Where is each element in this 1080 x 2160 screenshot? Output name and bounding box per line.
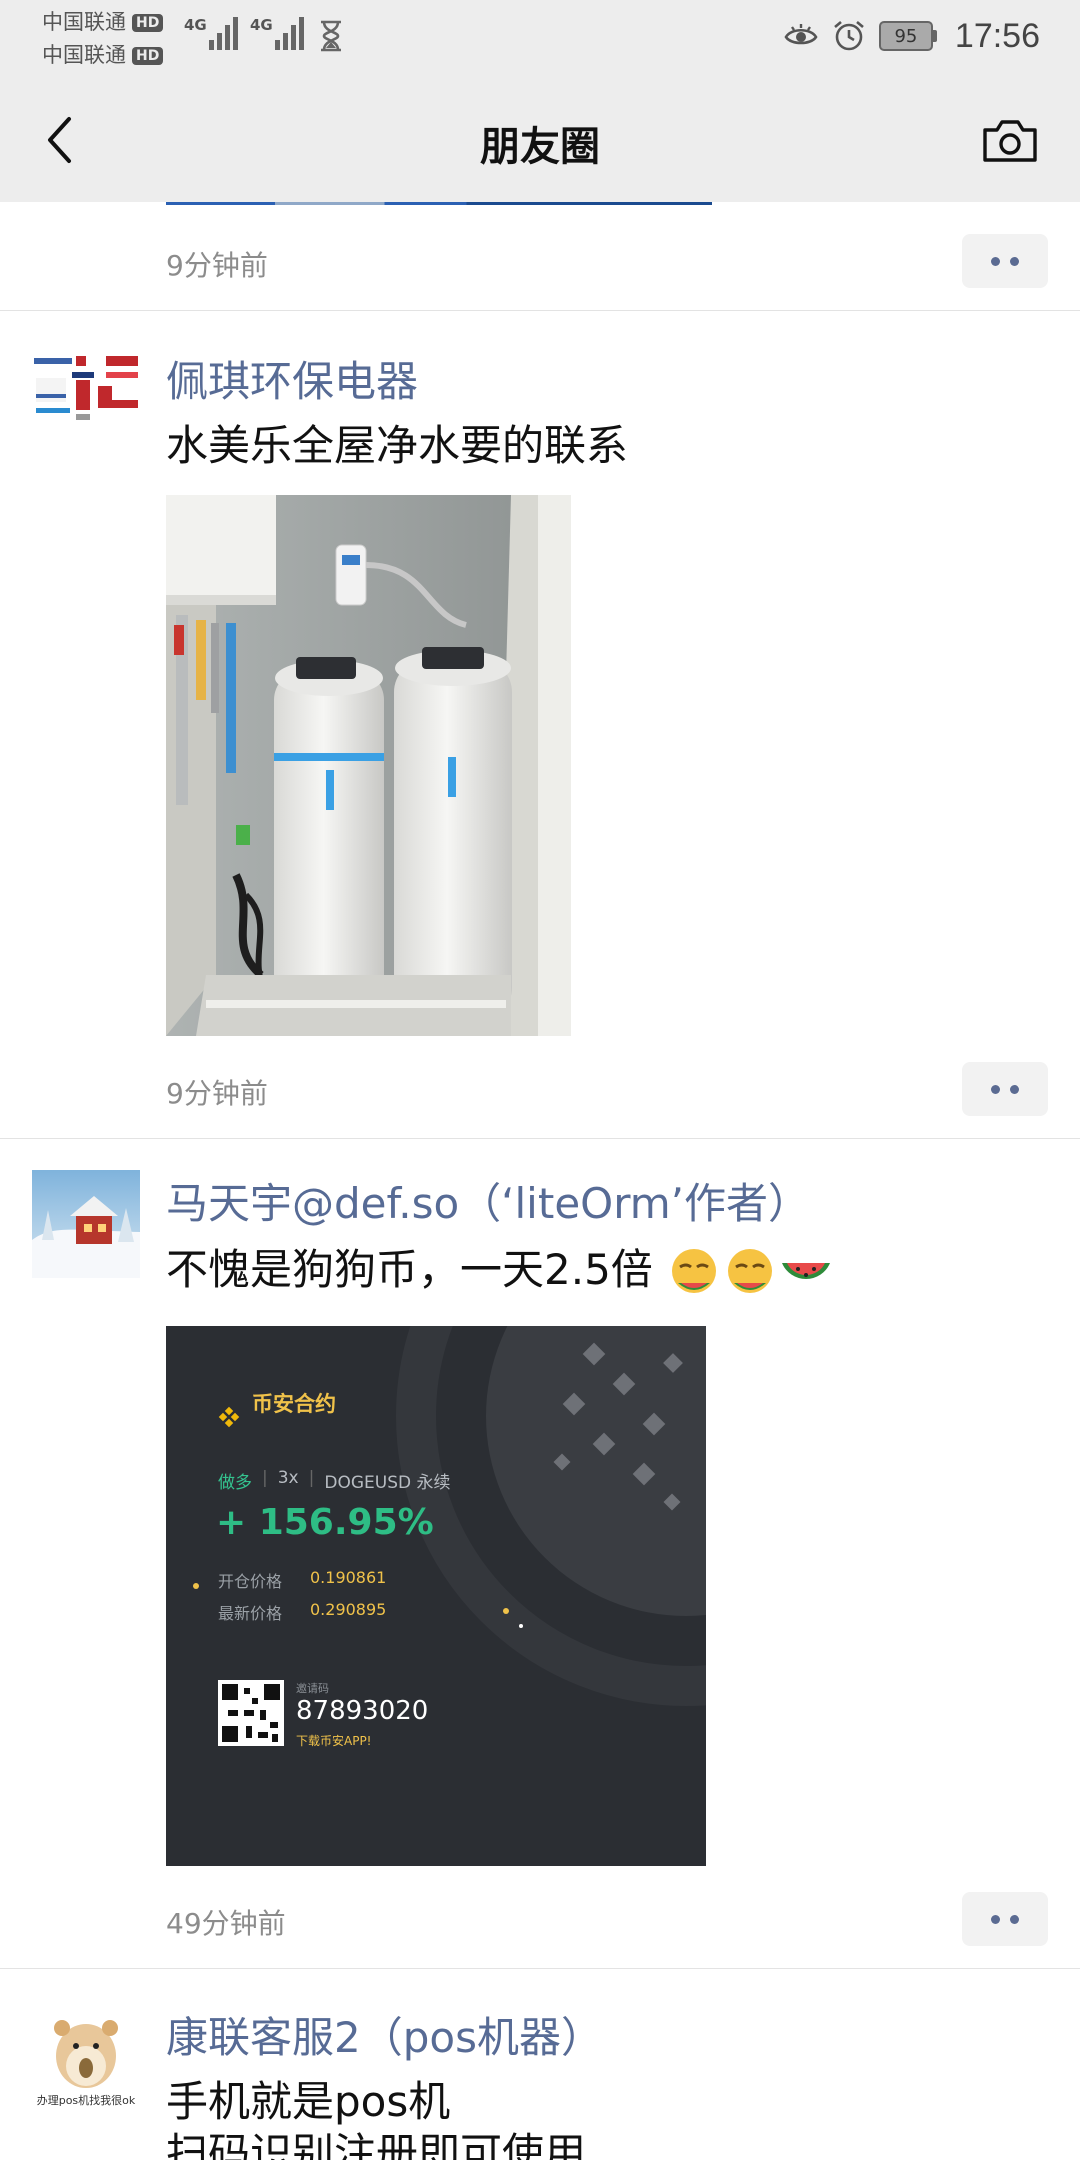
card-open-value: 0.190861 <box>310 1568 387 1587</box>
alarm-icon <box>834 21 864 51</box>
author-name-link[interactable]: 马天宇@def.so（‘liteOrm’作者） <box>166 1170 810 1231</box>
right-status-group: 95 17:56 <box>783 14 1040 58</box>
card-latest-value: 0.290895 <box>310 1600 387 1619</box>
post-divider <box>0 310 1080 311</box>
more-actions-button[interactable] <box>962 234 1048 288</box>
camera-button[interactable] <box>978 110 1042 170</box>
card-code-label: 邀请码 <box>296 1682 329 1695</box>
signal-2-icon: 4G <box>250 16 304 50</box>
card-open-label: 开仓价格 <box>218 1572 283 1591</box>
hourglass-icon <box>321 20 341 52</box>
watermelon-emoji-icon <box>782 1262 831 1279</box>
page-title: 朋友圈 <box>480 124 600 170</box>
card-leverage: 3x <box>277 1468 299 1488</box>
network-type-1: 4G <box>184 16 207 34</box>
card-pair: DOGEUSD 永续 <box>324 1473 451 1493</box>
post-time: 9分钟前 <box>166 249 268 282</box>
card-pnl: + 156.95% <box>216 1502 434 1543</box>
card-position: 做多 <box>218 1473 252 1493</box>
post-photo-water-softeners[interactable] <box>166 495 571 1036</box>
signal-1-icon: 4G <box>184 16 238 50</box>
author-name-link[interactable]: 佩琪环保电器 <box>166 348 418 409</box>
avatar-caption: 办理pos机找我很ok <box>36 2094 136 2107</box>
avatar-snow-house-image <box>32 1170 140 1278</box>
status-clock: 17:56 <box>954 16 1040 55</box>
network-type-2: 4G <box>250 16 273 34</box>
post-time: 9分钟前 <box>166 1077 268 1110</box>
post-divider <box>0 1138 1080 1139</box>
post-photo-trade-card[interactable]: 币安合约 做多 | 3x | DOGEUSD 永续 + 156.95% 开仓价格… <box>166 1326 706 1866</box>
author-name-link[interactable]: 康联客服2（pos机器） <box>166 2004 603 2065</box>
status-bar: 中国联通 HD 中国联通 HD 4G 4G 95 17:56 <box>0 0 1080 78</box>
avatar[interactable] <box>32 350 140 458</box>
card-brand-label: 币安合约 <box>252 1392 336 1416</box>
camera-icon <box>983 120 1037 162</box>
carrier-2-label: 中国联通 <box>42 43 126 67</box>
eye-comfort-icon <box>784 24 818 45</box>
carrier-1-label: 中国联通 <box>42 10 126 34</box>
water-softener-photo <box>166 495 571 1036</box>
moments-feed[interactable]: 9分钟前 佩琪环保电器 水美乐全屋净水要的联系 9分钟前 马天宇@def.so（… <box>0 202 1080 2160</box>
avatar[interactable]: 办理pos机找我很ok <box>32 2004 140 2112</box>
card-latest-label: 最新价格 <box>218 1604 283 1623</box>
battery-icon: 95 <box>878 21 937 51</box>
nav-bar: 朋友圈 <box>0 78 1080 202</box>
card-code: 87893020 <box>296 1696 429 1726</box>
avatar[interactable] <box>32 1170 140 1278</box>
previous-post-image-edge <box>166 202 712 205</box>
avatar-brand-logos-image <box>32 350 140 458</box>
card-download-text: 下载币安APP! <box>296 1734 372 1748</box>
hd-badge-1: HD <box>132 13 164 32</box>
post-text-content: 不愧是狗狗币，一天2.5倍 <box>166 1245 653 1294</box>
post-text: 水美乐全屋净水要的联系 <box>166 421 629 470</box>
post-text: 不愧是狗狗币，一天2.5倍 <box>166 1236 834 1301</box>
eating-watermelon-emoji-icon <box>672 1248 717 1293</box>
battery-level: 95 <box>894 25 918 47</box>
eating-watermelon-emoji-icon <box>728 1248 773 1293</box>
more-actions-button[interactable] <box>962 1892 1048 1946</box>
card-position-row: 做多 | 3x | DOGEUSD 永续 <box>218 1468 451 1493</box>
more-actions-button[interactable] <box>962 1062 1048 1116</box>
post-text-line-2: 扫码识别注册即可使用 <box>166 2129 587 2160</box>
trade-card-background <box>166 1326 706 1866</box>
carrier-block: 中国联通 HD 中国联通 HD <box>42 6 164 72</box>
post-time: 49分钟前 <box>166 1907 286 1940</box>
post-divider <box>0 1968 1080 1969</box>
hd-badge-2: HD <box>132 46 164 65</box>
